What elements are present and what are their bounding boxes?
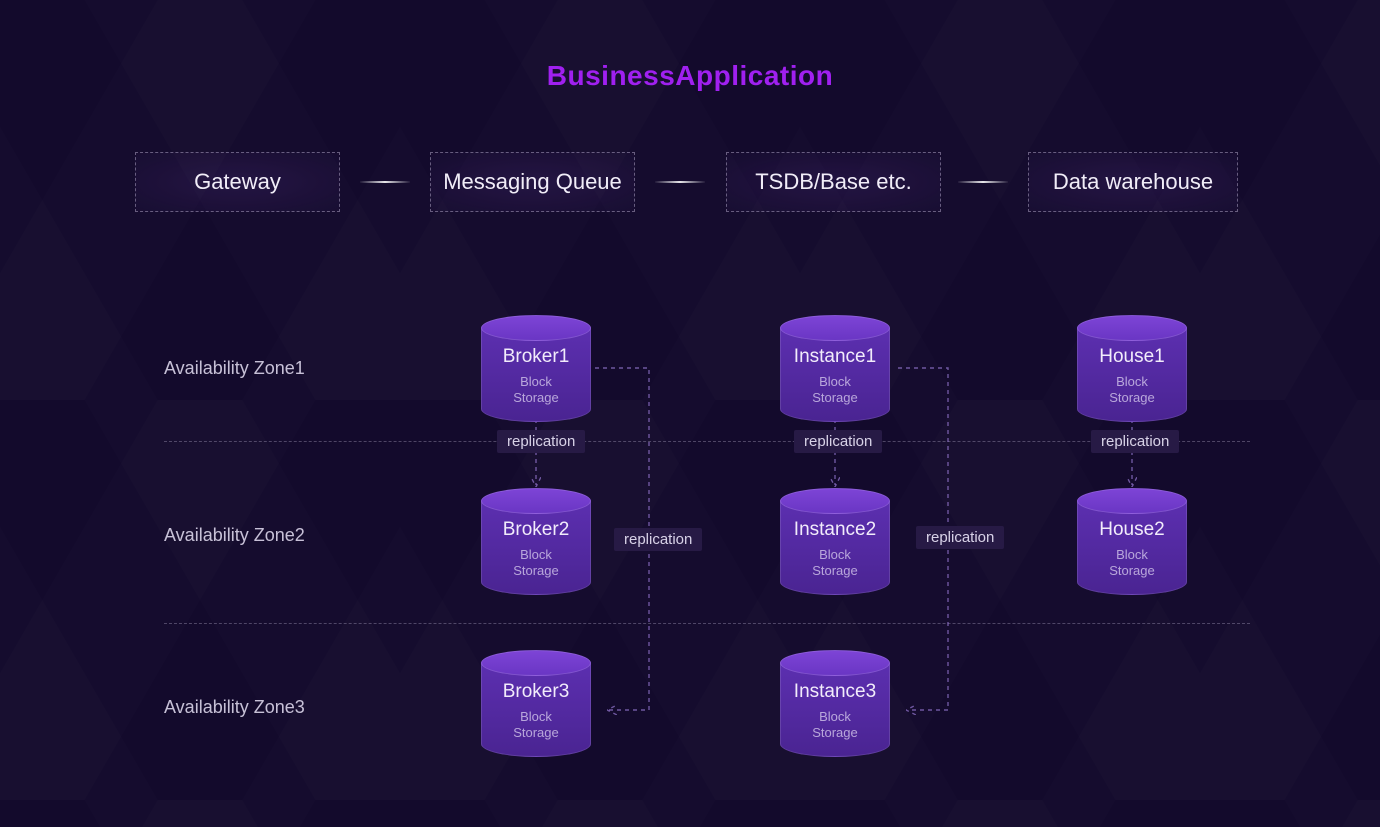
zone2-label: Availability Zone2 (164, 525, 305, 546)
node-broker1: Broker1 BlockStorage (481, 315, 591, 422)
diagram-stage: BusinessApplication Gateway Messaging Qu… (0, 0, 1380, 827)
node-instance3-name: Instance3 (787, 681, 883, 703)
box-dw-label: Data warehouse (1053, 169, 1213, 195)
node-broker2-name: Broker2 (488, 519, 584, 541)
connector-tsdb-dw (958, 181, 1008, 183)
node-broker2: Broker2 BlockStorage (481, 488, 591, 595)
connector-mq-tsdb (655, 181, 705, 183)
replication-tag-instances-v: replication (794, 430, 882, 453)
node-instance2: Instance2 BlockStorage (780, 488, 890, 595)
box-tsdb-label: TSDB/Base etc. (755, 169, 912, 195)
node-broker1-storage: BlockStorage (488, 374, 584, 407)
node-house1-name: House1 (1084, 346, 1180, 368)
box-mq-label: Messaging Queue (443, 169, 622, 195)
node-instance1-storage: BlockStorage (787, 374, 883, 407)
node-broker1-name: Broker1 (488, 346, 584, 368)
replication-tag-brokers-v: replication (497, 430, 585, 453)
connector-gateway-mq (360, 181, 410, 183)
node-broker3-name: Broker3 (488, 681, 584, 703)
node-instance1: Instance1 BlockStorage (780, 315, 890, 422)
zone-divider-1-2 (164, 441, 1250, 442)
zone3-label: Availability Zone3 (164, 697, 305, 718)
box-messaging-queue: Messaging Queue (430, 152, 635, 212)
node-instance3-storage: BlockStorage (787, 709, 883, 742)
replication-tag-houses-v: replication (1091, 430, 1179, 453)
node-instance1-name: Instance1 (787, 346, 883, 368)
node-instance3: Instance3 BlockStorage (780, 650, 890, 757)
zone1-label: Availability Zone1 (164, 358, 305, 379)
node-house1-storage: BlockStorage (1084, 374, 1180, 407)
node-house2-storage: BlockStorage (1084, 547, 1180, 580)
node-house2-name: House2 (1084, 519, 1180, 541)
node-broker3-storage: BlockStorage (488, 709, 584, 742)
box-tsdb: TSDB/Base etc. (726, 152, 941, 212)
node-broker2-storage: BlockStorage (488, 547, 584, 580)
box-gateway: Gateway (135, 152, 340, 212)
replication-tag-brokers-side: replication (614, 528, 702, 551)
node-broker3: Broker3 BlockStorage (481, 650, 591, 757)
node-instance2-name: Instance2 (787, 519, 883, 541)
node-house2: House2 BlockStorage (1077, 488, 1187, 595)
box-data-warehouse: Data warehouse (1028, 152, 1238, 212)
node-instance2-storage: BlockStorage (787, 547, 883, 580)
zone-divider-2-3 (164, 623, 1250, 624)
replication-tag-instances-side: replication (916, 526, 1004, 549)
node-house1: House1 BlockStorage (1077, 315, 1187, 422)
diagram-title: BusinessApplication (0, 60, 1380, 92)
box-gateway-label: Gateway (194, 169, 281, 195)
